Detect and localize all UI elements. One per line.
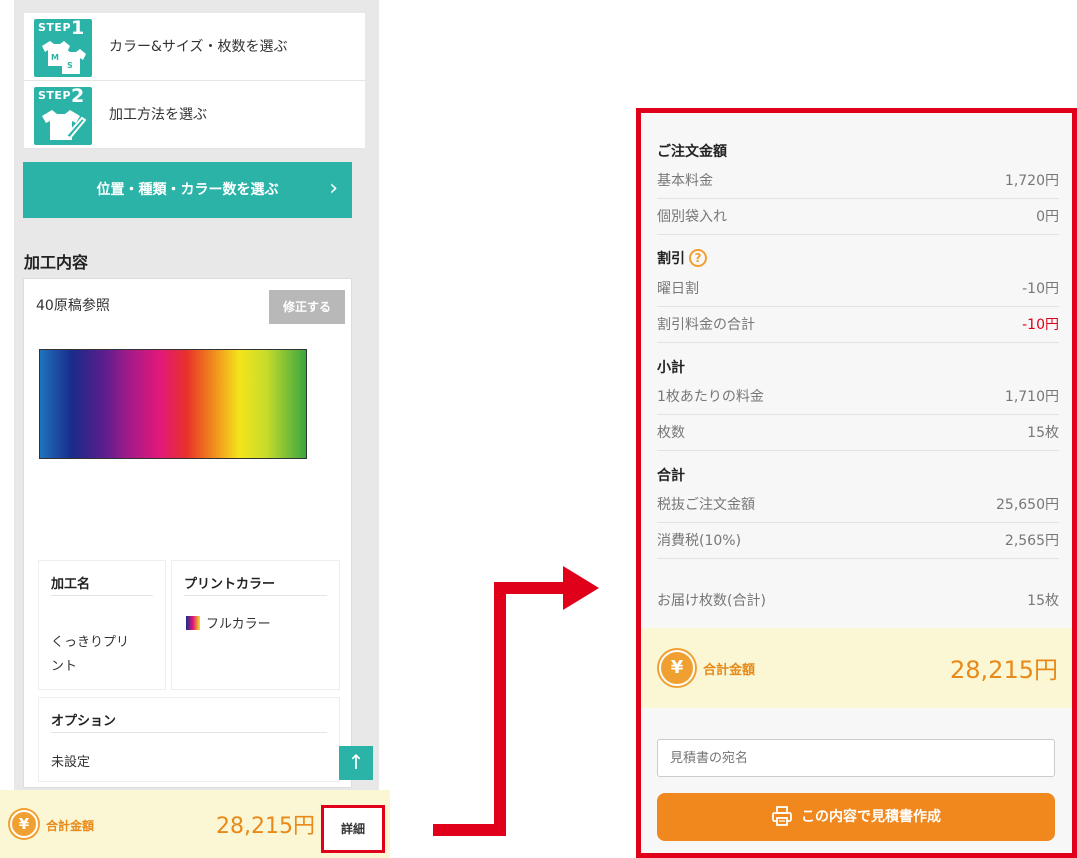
step-2-label: 加工方法を選ぶ (109, 107, 207, 123)
step-2-number: 2 (71, 85, 85, 107)
summary-row-discount-total: 割引料金の合計 -10円 (657, 307, 1059, 343)
tshirt-size-icon: M S (42, 41, 86, 74)
step-2-word: STEP (38, 89, 72, 102)
yen-icon: ¥ (10, 810, 38, 838)
chevron-right-icon: › (329, 176, 338, 201)
summary-row-tax: 消費税(10%) 2,565円 (657, 523, 1059, 559)
estimate-recipient-input[interactable] (657, 739, 1055, 777)
detail-button[interactable]: 詳細 (321, 805, 385, 853)
left-total-amount: 28,215円 (216, 814, 315, 839)
tax-label: 消費税(10%) (657, 533, 742, 549)
count-label: 枚数 (657, 425, 685, 441)
weekday-discount-value: -10円 (1022, 281, 1059, 297)
divider (51, 595, 153, 596)
right-total-amount: 28,215円 (950, 656, 1058, 684)
left-total-label: 合計金額 (46, 819, 95, 833)
right-total-bar: ¥ 合計金額 28,215円 (641, 628, 1072, 708)
discount-total-value: -10円 (1022, 317, 1059, 333)
discount-title: 割引 (657, 251, 685, 267)
per-item-value: 1,710円 (1004, 389, 1059, 405)
discount-title-row: 割引? (657, 248, 707, 268)
option-heading: オプション (51, 714, 117, 729)
print-color-value: フルカラー (206, 617, 271, 632)
total-title: 合計 (657, 468, 685, 484)
step-2-badge: STEP 2 (34, 85, 92, 145)
per-item-label: 1枚あたりの料金 (657, 389, 764, 405)
size-m-mark: M (51, 53, 59, 62)
summary-row-per-item: 1枚あたりの料金 1,710円 (657, 379, 1059, 415)
size-s-mark: S (67, 61, 73, 70)
print-color-heading: プリントカラー (184, 577, 276, 592)
right-total-label: 合計金額 (703, 663, 756, 678)
full-color-swatch-icon (186, 616, 200, 630)
arrow-right-icon (563, 566, 599, 610)
edit-button[interactable]: 修正する (269, 290, 345, 324)
summary-row-count: 枚数 15枚 (657, 415, 1059, 451)
process-section-title: 加工内容 (24, 253, 89, 272)
design-name: 40原稿参照 (36, 298, 110, 314)
step-2-row[interactable]: STEP 2 加工方法を選ぶ (24, 81, 365, 149)
bag-value: 0円 (1036, 209, 1059, 225)
select-process-button[interactable]: 位置・種類・カラー数を選ぶ › (23, 162, 352, 218)
option-value: 未設定 (51, 755, 91, 770)
connector-arrow-top (494, 582, 566, 594)
count-value: 15枚 (1027, 425, 1059, 441)
yen-icon: ¥ (659, 650, 695, 686)
bag-label: 個別袋入れ (657, 209, 727, 225)
print-color-box: プリントカラー フルカラー (171, 560, 340, 690)
scroll-to-top-button[interactable]: ↑ (339, 746, 373, 780)
order-summary-panel: ご注文金額 基本料金 1,720円 個別袋入れ 0円 割引? 曜日割 -10円 … (636, 108, 1077, 858)
step-1-badge: STEP 1 M S (34, 17, 92, 77)
create-estimate-label: この内容で見積書作成 (801, 809, 941, 825)
summary-row-delivery-count: お届け枚数(合計) 15枚 (657, 583, 1059, 619)
print-color-value-row: フルカラー (186, 613, 271, 632)
summary-row-pre-tax: 税抜ご注文金額 25,650円 (657, 487, 1059, 523)
option-box: オプション 未設定 (38, 697, 340, 782)
summary-row-base-fee: 基本料金 1,720円 (657, 163, 1059, 199)
summary-row-bag: 個別袋入れ 0円 (657, 199, 1059, 235)
delivery-count-label: お届け枚数(合計) (657, 593, 766, 609)
tax-value: 2,565円 (1004, 533, 1059, 549)
subtotal-title: 小計 (657, 360, 685, 376)
process-name-heading: 加工名 (51, 577, 91, 592)
step-1-word: STEP (38, 21, 72, 34)
base-fee-value: 1,720円 (1004, 173, 1059, 189)
select-process-label: 位置・種類・カラー数を選ぶ (96, 182, 279, 198)
pre-tax-label: 税抜ご注文金額 (657, 497, 755, 513)
discount-total-label: 割引料金の合計 (657, 317, 755, 333)
create-estimate-button[interactable]: この内容で見積書作成 (657, 793, 1055, 841)
process-name-box: 加工名 くっきりプリント (38, 560, 166, 690)
order-amount-title: ご注文金額 (657, 144, 727, 160)
step-1-label: カラー&サイズ・枚数を選ぶ (109, 39, 288, 55)
pre-tax-value: 25,650円 (996, 497, 1059, 513)
divider (51, 732, 327, 733)
divider (184, 595, 327, 596)
weekday-discount-label: 曜日割 (657, 281, 699, 297)
step-1-number: 1 (71, 17, 85, 39)
printer-icon (772, 806, 792, 826)
step-1-row[interactable]: STEP 1 M S カラー&サイズ・枚数を選ぶ (24, 13, 365, 81)
help-icon[interactable]: ? (689, 249, 707, 267)
delivery-count-value: 15枚 (1027, 593, 1059, 609)
design-preview-image (39, 349, 307, 459)
process-name-value: くっきりプリント (51, 635, 130, 674)
base-fee-label: 基本料金 (657, 173, 713, 189)
tshirt-brush-icon (42, 110, 86, 140)
summary-row-weekday: 曜日割 -10円 (657, 271, 1059, 307)
connector-arrow-vertical (494, 582, 506, 836)
